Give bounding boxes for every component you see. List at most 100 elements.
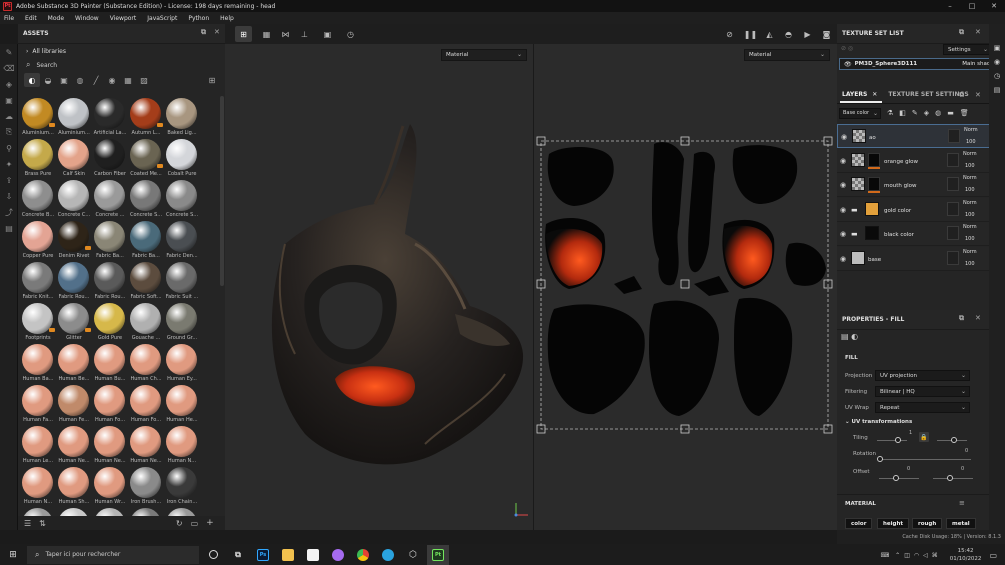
texture-set-settings-dropdown[interactable]: Settings ⌄ [943,44,991,55]
asset-tile[interactable]: Human Bu... [92,344,128,385]
asset-tile[interactable]: Concrete ... [92,180,128,221]
symmetry-icon[interactable]: ⋈ [277,26,294,42]
volume-icon[interactable]: ◁ [923,552,928,559]
asset-tile[interactable]: Concrete C... [56,180,92,221]
visibility-toggle-icon[interactable]: ⊘ ◎ [841,45,853,52]
eye-icon[interactable]: ◉ [841,133,847,141]
asset-tile[interactable]: Artificial La... [92,98,128,139]
asset-tile[interactable]: Fabric Rou... [92,262,128,303]
asset-tile[interactable]: Glitter [56,303,92,344]
close-panel-icon[interactable]: ✕ [975,314,981,322]
eye-icon[interactable]: ◉ [840,255,846,263]
projection-dropdown[interactable]: UV projection ⌄ [875,370,970,381]
asset-tile[interactable]: Fabric Soft... [128,262,164,303]
asset-tile[interactable]: Human Sh... [56,467,92,508]
textures-filter-icon[interactable]: ▣ [56,73,72,87]
camera-video-icon[interactable]: ▶ [799,26,816,42]
sort-icon[interactable]: ⇅ [39,519,46,528]
channel-chip-rough[interactable]: rough [912,518,943,529]
chrome-icon[interactable] [352,545,374,565]
opacity-value[interactable]: 100 [965,212,975,218]
file-explorer-icon[interactable] [277,545,299,565]
telegram-icon[interactable] [377,545,399,565]
blend-mode-dropdown[interactable]: Norm [963,175,977,181]
add-mask-icon[interactable]: ◧ [899,109,906,117]
asset-tile[interactable]: Gold Pure [92,303,128,344]
menu-mode[interactable]: Mode [48,15,64,22]
blend-mode-dropdown[interactable]: Norm [963,151,977,157]
particles-filter-icon[interactable]: ◉ [104,73,120,87]
asset-tile[interactable]: Carbon Fiber [92,139,128,180]
asset-tile[interactable]: Ground Gr... [164,303,200,344]
filters-filter-icon[interactable]: ◍ [72,73,88,87]
layer-row[interactable]: ◉ ▬ black color Norm 100 [837,222,1005,246]
import-icon[interactable]: ⇪ [0,172,18,188]
single-view-icon[interactable]: ⊞ [235,26,252,42]
asset-tile[interactable]: Human Ch... [128,344,164,385]
offset-y-slider-track[interactable] [933,478,973,479]
minimize-button[interactable]: – [939,0,961,12]
messenger-icon[interactable] [327,545,349,565]
smart-materials-filter-icon[interactable]: ◒ [40,73,56,87]
eye-icon[interactable]: ◉ [840,157,846,165]
viewport-3d[interactable]: Material ⌄ [225,44,533,530]
asset-tile[interactable]: Human Be... [56,344,92,385]
eraser-icon[interactable]: ⌫ [0,60,18,76]
asset-tile[interactable]: Iron Brush... [128,467,164,508]
asset-tile[interactable]: Fabric Rou... [56,262,92,303]
layer-row[interactable]: ◉ orange glow Norm 100 [837,148,1005,173]
folder-icon[interactable]: ▬ [851,206,858,214]
asset-tile[interactable]: Fabric Suit ... [164,262,200,303]
asset-tile[interactable]: Aluminium... [20,98,56,139]
share-icon[interactable]: ⤴ [0,204,18,220]
start-icon[interactable]: ⊞ [3,545,23,565]
eye-icon[interactable]: ◉ [840,181,846,189]
grid-view-icon[interactable]: ⊞ [204,73,220,87]
opacity-value[interactable]: 100 [965,236,975,242]
delete-layer-icon[interactable]: 🗑 [960,109,969,117]
texture-set-row[interactable]: 👁 PM3D_Sphere3D111 Main shader [839,58,1001,70]
offset-x-slider-knob[interactable] [893,475,899,481]
rotation-slider-track[interactable] [879,459,971,460]
undock-icon[interactable]: ⧉ [959,314,964,323]
taskbar-search[interactable]: ⌕ Taper ici pour rechercher [27,545,199,564]
refresh-icon[interactable]: ↻ [176,519,183,528]
tiling-slider-track[interactable] [877,440,907,441]
asset-tile[interactable]: Human Ne... [128,426,164,467]
blend-mode-dropdown[interactable]: Norm [963,200,977,206]
channel-chip-metal[interactable]: metal [946,518,976,529]
filtering-dropdown[interactable]: Bilinear | HQ ⌄ [875,386,970,397]
asset-tile[interactable]: Human Ba... [20,344,56,385]
menu-icon[interactable]: ≡ [959,499,965,507]
align-icon[interactable]: ⊥ [296,26,313,42]
blend-mode-dropdown[interactable]: Norm [963,249,977,255]
split-view-icon[interactable]: ▦ [258,26,275,42]
asset-tile[interactable]: Human Wr... [92,467,128,508]
eye-icon[interactable]: ◉ [840,206,846,214]
layer-row[interactable]: ◉ mouth glow Norm 100 [837,173,1005,197]
uv-transformations-header[interactable]: ⌄ UV transformations [845,419,912,425]
close-button[interactable]: ✕ [983,0,1005,12]
brushes-filter-icon[interactable]: ╱ [88,73,104,87]
asset-tile[interactable]: Copper Pure [20,221,56,262]
geometry-fill-icon[interactable]: ▣ [0,92,18,108]
asset-tile[interactable]: Coated Me... [128,139,164,180]
opacity-value[interactable]: 100 [966,139,976,145]
asset-tile[interactable]: Human N... [164,426,200,467]
list-view-icon[interactable]: ☰ [24,519,31,528]
opacity-value[interactable]: 100 [965,261,975,267]
layer-effects-slot[interactable] [947,152,959,167]
close-panel-icon[interactable]: ✕ [214,28,220,36]
menu-viewport[interactable]: Viewport [110,15,137,22]
assets-scrollbar[interactable] [220,96,224,286]
undock-icon[interactable]: ⧉ [959,91,964,100]
undock-icon[interactable]: ⧉ [959,28,964,37]
folder-icon[interactable]: ▬ [851,230,858,238]
menu-window[interactable]: Window [75,15,99,22]
viewport-uv[interactable]: Material ⌄ [514,44,837,530]
substance-painter-icon[interactable]: Pt [427,544,449,565]
hide-icon[interactable]: ⊘ [721,26,738,42]
close-tab-icon[interactable]: ✕ [872,91,877,98]
document-icon[interactable]: ▤ [0,220,18,236]
menu-python[interactable]: Python [188,15,209,22]
